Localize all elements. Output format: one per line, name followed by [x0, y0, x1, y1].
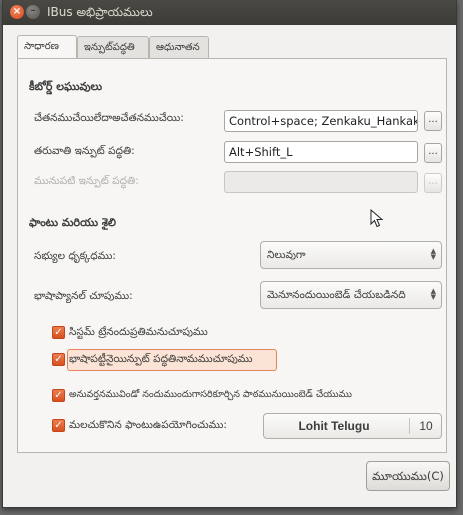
- window-title: IBus అభిప్రాయములు: [47, 5, 153, 19]
- next-method-field[interactable]: Alt+Shift_L: [224, 141, 418, 163]
- spinner-arrows-icon: ▲ ▼: [430, 247, 436, 261]
- next-method-label: తరువాతి ఇన్పుట్ పద్ధతి:: [34, 145, 135, 157]
- toggle-shortcut-edit-button[interactable]: ...: [424, 111, 442, 131]
- mouse-pointer-icon: [370, 209, 384, 228]
- window-close-button[interactable]: ×: [10, 5, 24, 19]
- candidates-orientation-value: నిలువుగా: [267, 249, 306, 261]
- font-button-divider: [409, 418, 410, 434]
- embed-preedit-label: అనువర్తనమువిండో నందుముందుగాసరికూర్చిన పా…: [69, 389, 352, 400]
- embed-preedit-checkbox[interactable]: ✓: [52, 389, 65, 402]
- font-chooser-button[interactable]: Lohit Telugu 10: [263, 413, 442, 439]
- language-panel-value: మెనూనందుయింబెడ్ చేయబడినది: [267, 289, 406, 301]
- tab-advanced[interactable]: ఆధునాతన: [149, 36, 209, 58]
- custom-font-checkbox[interactable]: ✓: [52, 419, 65, 432]
- close-button[interactable]: మూయుము(C): [366, 461, 450, 491]
- language-panel-label: భాషాప్యానల్ చూపుము:: [34, 290, 133, 302]
- show-icon-tray-checkbox[interactable]: ✓: [52, 326, 65, 339]
- custom-font-label: మలచుకొనిన ఫాంటుఉపయోగించుము:: [69, 419, 227, 431]
- candidates-orientation-label: సభ్యుల ధృక్కధము:: [34, 250, 116, 262]
- previous-method-label: మునుపటి ఇన్పుట్ పద్ధతి:: [34, 175, 139, 187]
- tab-general[interactable]: సాధారణ: [17, 35, 77, 59]
- previous-method-edit-button[interactable]: ...: [424, 173, 442, 193]
- title-bar[interactable]: × – IBus అభిప్రాయములు: [3, 0, 456, 25]
- font-name: Lohit Telugu: [298, 419, 370, 433]
- next-method-edit-button[interactable]: ...: [424, 143, 442, 163]
- spinner-arrows-icon: ▲ ▼: [430, 287, 436, 301]
- font-size: 10: [419, 419, 433, 433]
- preferences-window: × – IBus అభిప్రాయములు సాధారణ ఇన్పుట్‌పద్…: [2, 0, 457, 508]
- toggle-shortcut-label: చేతనముచేయిలేదాఅచేతనముచేయి:: [34, 112, 184, 124]
- show-im-name-label: భాషాపట్టీనైయిన్పుట్ పద్ధతినామముచూపుము: [69, 353, 253, 365]
- toggle-shortcut-field[interactable]: Control+space; Zenkaku_Hankaku: [224, 110, 418, 132]
- previous-method-field[interactable]: [224, 171, 418, 193]
- candidates-orientation-select[interactable]: నిలువుగా ▲ ▼: [260, 241, 442, 269]
- shortcuts-heading: కీబోర్డ్ లఘువులు: [29, 80, 103, 93]
- font-style-heading: ఫాంటు మరియు శైలి: [29, 216, 116, 229]
- show-im-name-checkbox[interactable]: ✓: [52, 353, 65, 366]
- show-icon-tray-label: సిస్టమ్ ట్రేనందుప్రతిమనుచూపుము: [69, 326, 208, 338]
- tab-input-method[interactable]: ఇన్పుట్‌పద్ధతి: [77, 36, 149, 58]
- window-minimize-button[interactable]: –: [26, 5, 40, 19]
- language-panel-select[interactable]: మెనూనందుయింబెడ్ చేయబడినది ▲ ▼: [260, 281, 442, 309]
